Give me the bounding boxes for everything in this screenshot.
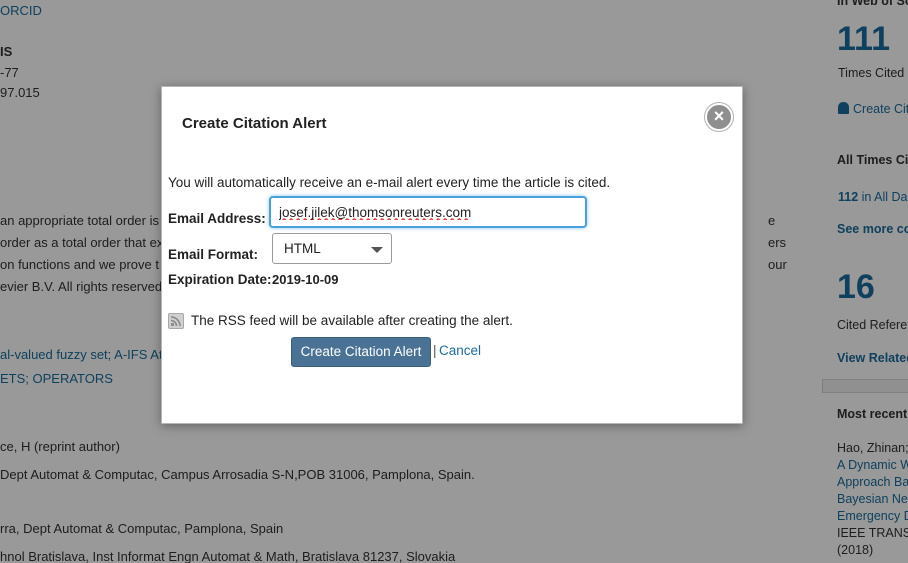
chevron-down-icon: [371, 247, 383, 253]
dialog-title: Create Citation Alert: [182, 115, 327, 132]
page: ORCID IS -77 97.015 an appropriate total…: [0, 0, 908, 563]
email-address-input[interactable]: [269, 196, 587, 228]
intro-text: You will automatically receive an e-mail…: [168, 175, 611, 190]
close-icon[interactable]: ×: [705, 103, 733, 131]
create-citation-alert-dialog: Create Citation Alert × You will automat…: [161, 86, 743, 424]
expiration-date-value: 2019-10-09: [272, 272, 339, 287]
email-address-label: Email Address:: [168, 211, 266, 226]
expiration-date-label: Expiration Date:: [168, 272, 272, 287]
create-citation-alert-button[interactable]: Create Citation Alert: [291, 337, 431, 367]
rss-icon: [168, 313, 184, 329]
email-format-select[interactable]: HTML: [272, 233, 392, 264]
email-format-value: HTML: [284, 241, 321, 256]
cancel-link[interactable]: Cancel: [439, 343, 481, 358]
rss-info-text: The RSS feed will be available after cre…: [191, 313, 513, 328]
email-format-label: Email Format:: [168, 247, 259, 262]
separator: |: [433, 343, 437, 358]
